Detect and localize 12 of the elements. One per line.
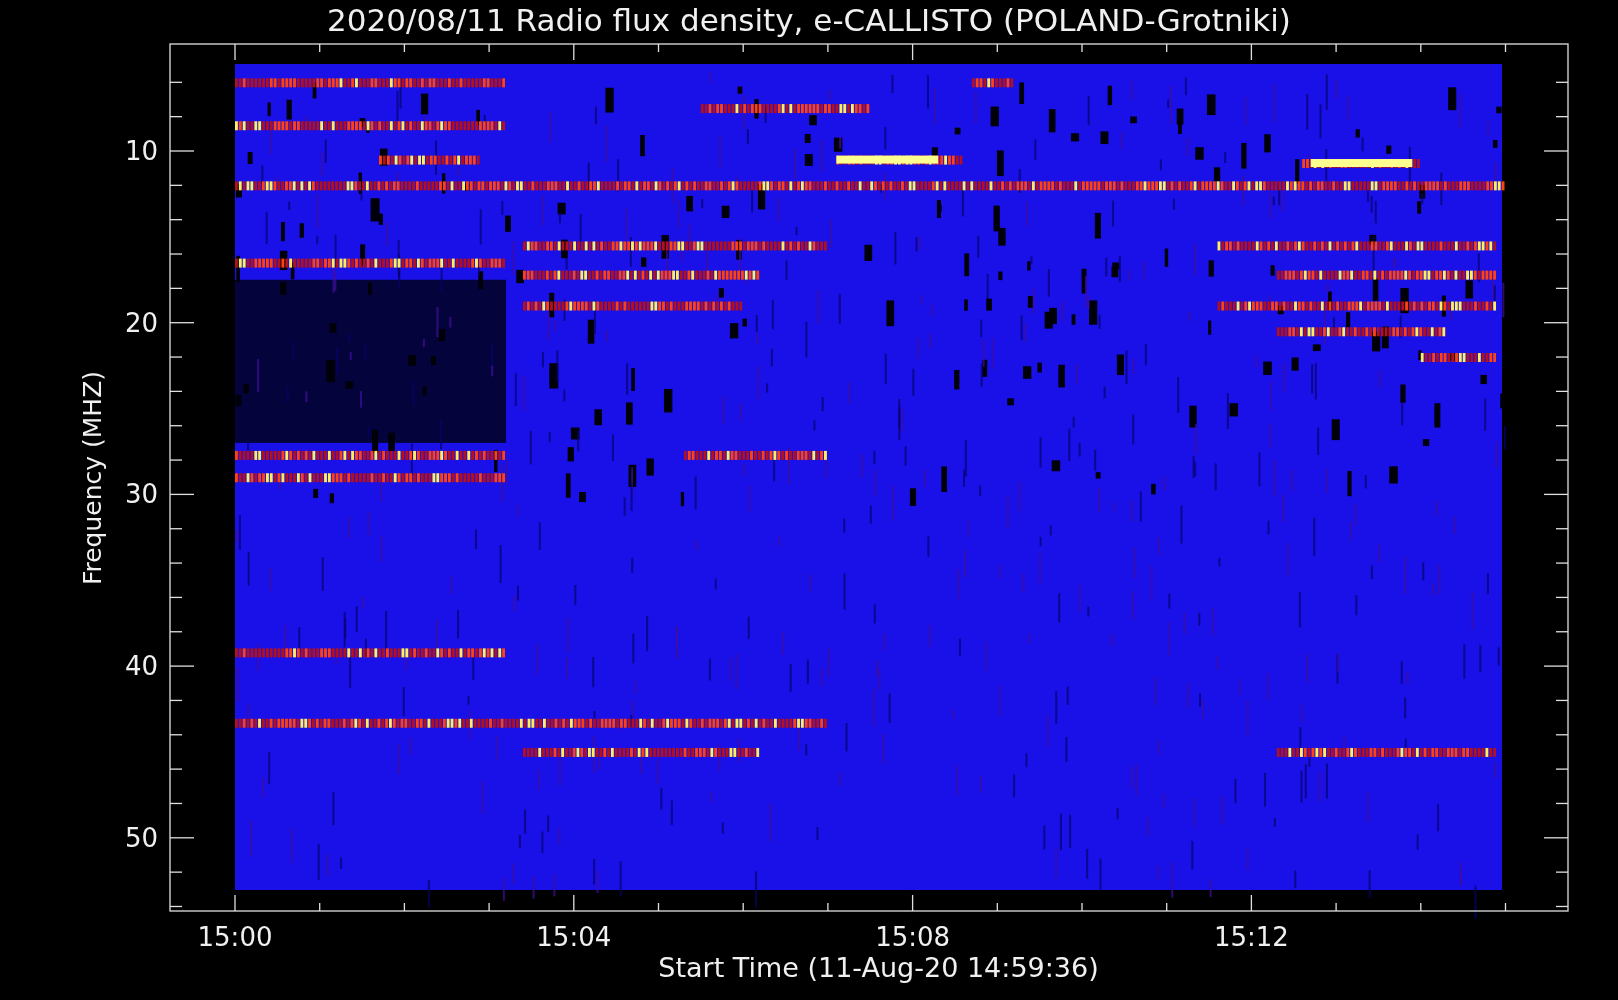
y-tick-label: 20 [124,307,158,338]
x-tick-label: 15:08 [875,922,951,952]
y-tick-label: 50 [124,822,158,853]
y-tick-label: 10 [124,136,158,166]
x-tick-label: 15:00 [197,922,273,952]
x-axis-label: Start Time (11-Aug-20 14:59:36) [658,952,1099,983]
x-tick-label: 15:12 [1213,922,1289,952]
y-tick-label: 30 [124,479,158,510]
x-tick-label: 15:04 [536,922,612,952]
chart-title: 2020/08/11 Radio flux density, e-CALLISTO (POLAND-Grotniki) [327,2,1291,38]
y-tick-label: 40 [124,651,158,682]
y-axis-label: Frequency (MHZ) [78,370,107,586]
